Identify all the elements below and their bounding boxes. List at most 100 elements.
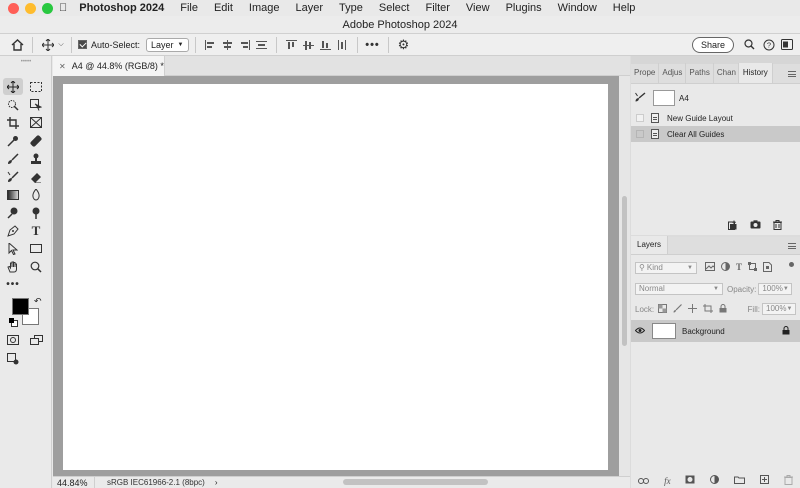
close-document-icon[interactable]: ✕ (59, 62, 66, 71)
hand-tool[interactable] (3, 258, 23, 275)
menu-layer[interactable]: Layer (296, 2, 324, 14)
gradient-tool[interactable] (3, 186, 23, 203)
menu-view[interactable]: View (466, 2, 490, 14)
tab-adjustments[interactable]: Adjus (659, 63, 687, 83)
lock-all-icon[interactable] (719, 303, 727, 315)
camera-icon[interactable] (750, 220, 761, 233)
history-brush-source-box[interactable] (636, 130, 644, 138)
edit-toolbar-icon[interactable]: ••• (3, 276, 23, 293)
document-tab[interactable]: ✕ A4 @ 44.8% (RGB/8) * (53, 56, 165, 76)
chevron-down-icon[interactable]: ⌵ (57, 36, 65, 54)
fill-field[interactable]: 100% ▼ (762, 303, 796, 315)
layer-name[interactable]: Background (682, 327, 782, 336)
zoom-window-button[interactable] (42, 2, 53, 14)
menu-window[interactable]: Window (558, 2, 597, 14)
trash-icon[interactable] (773, 220, 782, 233)
history-state-selected[interactable]: Clear All Guides (631, 126, 800, 142)
align-horizontal-centers-icon[interactable] (222, 39, 233, 50)
align-vertical-centers-icon[interactable] (302, 40, 314, 50)
menu-help[interactable]: Help (613, 2, 636, 14)
zoom-tool[interactable] (26, 258, 46, 275)
tab-layers[interactable]: Layers (631, 236, 669, 254)
add-mask-icon[interactable] (685, 475, 695, 486)
pen-tool[interactable] (3, 222, 23, 239)
new-layer-icon[interactable] (759, 475, 769, 486)
opacity-field[interactable]: 100% ▼ (758, 283, 793, 295)
history-brush-source-box[interactable] (636, 114, 644, 122)
menu-image[interactable]: Image (249, 2, 280, 14)
auto-select-checkbox[interactable] (78, 40, 87, 49)
filter-type-icon[interactable]: T (736, 262, 742, 274)
swap-colors-icon[interactable]: ↶ (34, 296, 42, 307)
layer-filter-select[interactable]: ⚲ Kind ▼ (635, 262, 697, 274)
quick-mask-icon[interactable] (3, 331, 23, 348)
menu-type[interactable]: Type (339, 2, 363, 14)
menu-plugins[interactable]: Plugins (506, 2, 542, 14)
lock-icon[interactable] (782, 325, 790, 337)
align-bottom-edges-icon[interactable] (319, 40, 331, 50)
marquee-tool[interactable] (26, 78, 46, 95)
vertical-scrollbar-thumb[interactable] (622, 196, 627, 346)
layer-row-background[interactable]: Background (631, 320, 800, 342)
visibility-eye-icon[interactable] (631, 326, 649, 336)
chevron-right-icon[interactable]: › (215, 478, 218, 487)
zoom-level-field[interactable]: 44.84% (53, 476, 95, 488)
tab-history[interactable]: History (738, 63, 773, 83)
default-colors-icon[interactable] (9, 318, 18, 327)
help-icon[interactable]: ? (760, 36, 778, 54)
eyedropper-tool[interactable] (3, 132, 23, 149)
move-tool-icon[interactable] (39, 36, 57, 54)
brush-tool[interactable] (3, 150, 23, 167)
menu-filter[interactable]: Filter (425, 2, 449, 14)
quick-selection-tool[interactable] (3, 96, 23, 113)
new-document-from-state-icon[interactable] (728, 220, 738, 233)
eraser-tool[interactable] (26, 168, 46, 185)
panel-menu-icon[interactable] (788, 243, 796, 249)
distribute-icon[interactable] (255, 40, 267, 50)
horizontal-scrollbar-thumb[interactable] (343, 479, 488, 485)
frame-tool[interactable] (26, 114, 46, 131)
type-tool[interactable]: T (26, 222, 46, 239)
filter-shape-icon[interactable] (748, 262, 758, 274)
history-snapshot[interactable]: A4 (631, 86, 800, 110)
arrange-documents-icon[interactable] (778, 36, 796, 54)
share-for-review-icon[interactable] (3, 350, 23, 367)
share-button[interactable]: Share (691, 36, 734, 53)
tab-properties[interactable]: Prope (631, 63, 660, 83)
healing-brush-tool[interactable] (26, 132, 46, 149)
dodge-tool[interactable] (3, 204, 23, 221)
menu-edit[interactable]: Edit (214, 2, 233, 14)
document-canvas[interactable] (63, 84, 608, 470)
screen-mode-icon[interactable] (26, 331, 46, 348)
minimize-window-button[interactable] (25, 2, 36, 14)
filter-pixel-icon[interactable] (705, 262, 715, 274)
more-options-icon[interactable]: ••• (364, 36, 382, 54)
lock-position-icon[interactable] (688, 303, 698, 315)
move-tool[interactable] (3, 78, 23, 95)
menu-file[interactable]: File (180, 2, 198, 14)
distribute-vertical-icon[interactable] (337, 39, 348, 50)
menu-select[interactable]: Select (379, 2, 410, 14)
align-top-edges-icon[interactable] (285, 39, 297, 50)
foreground-color-swatch[interactable] (12, 298, 29, 315)
filter-toggle-icon[interactable] (789, 262, 794, 267)
tab-channels[interactable]: Chan (714, 63, 739, 83)
toolbar-grip[interactable]: ••••• (0, 56, 52, 68)
history-brush-source-icon[interactable] (635, 91, 649, 105)
panel-menu-icon[interactable] (788, 71, 796, 77)
crop-tool[interactable] (3, 114, 23, 131)
link-layers-icon[interactable] (638, 476, 650, 486)
new-group-icon[interactable] (734, 476, 746, 486)
blend-mode-select[interactable]: Normal ▼ (635, 283, 723, 295)
app-menu[interactable]: Photoshop 2024 (79, 2, 164, 14)
history-state[interactable]: New Guide Layout (631, 110, 800, 126)
history-brush-tool[interactable] (3, 168, 23, 185)
align-left-edges-icon[interactable] (204, 39, 216, 50)
object-selection-tool[interactable] (26, 96, 46, 113)
burn-tool[interactable] (26, 204, 46, 221)
apple-menu-icon[interactable]:  (59, 2, 67, 14)
filter-adjustment-icon[interactable] (721, 262, 730, 274)
vertical-scrollbar[interactable] (619, 76, 630, 476)
rectangle-tool[interactable] (26, 240, 46, 257)
home-icon[interactable] (8, 36, 26, 54)
